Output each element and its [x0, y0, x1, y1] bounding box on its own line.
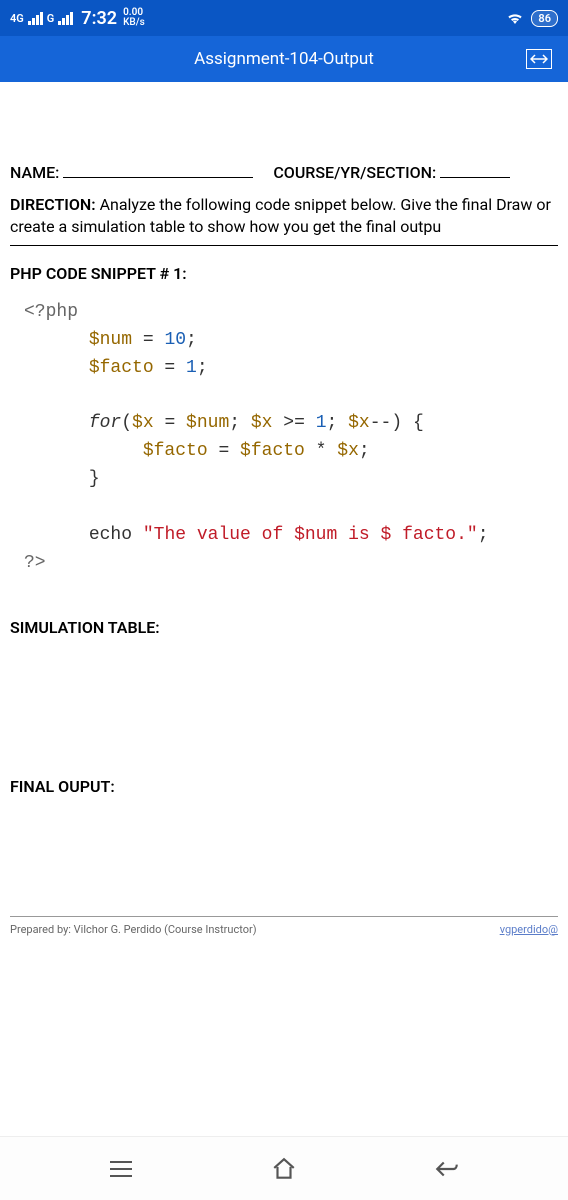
footer-email-link: vgperdido@: [500, 923, 558, 936]
name-underline: [63, 162, 253, 178]
footer-prepared-by: Prepared by: Vilchor G. Perdido (Course …: [10, 923, 257, 936]
code-block: <?php $num = 10; $facto = 1; for($x = $n…: [10, 299, 558, 578]
php-open-tag: <?php: [24, 302, 78, 322]
header-fields: NAME: COURSE/YR/SECTION:: [10, 162, 558, 182]
status-right: 86: [507, 10, 558, 27]
document-footer: Prepared by: Vilchor G. Perdido (Course …: [10, 916, 558, 936]
simulation-table-title: SIMULATION TABLE:: [10, 618, 558, 637]
app-title: Assignment-104-Output: [194, 49, 374, 69]
signal-bars-2-icon: [58, 12, 73, 25]
direction-block: DIRECTION: Analyze the following code sn…: [10, 194, 558, 246]
direction-label: DIRECTION:: [10, 195, 96, 214]
course-field: COURSE/YR/SECTION:: [273, 162, 510, 182]
battery-level: 86: [531, 10, 558, 27]
fit-width-button[interactable]: [526, 49, 552, 69]
wifi-icon: [507, 11, 523, 25]
back-button[interactable]: [431, 1153, 463, 1185]
status-left: 4G G 7:32 0.00 KB/s: [10, 8, 145, 29]
final-output-title: FINAL OUPUT:: [10, 777, 558, 796]
network-2-label: G: [47, 12, 55, 25]
course-label: COURSE/YR/SECTION:: [273, 163, 436, 182]
app-bar: Assignment-104-Output: [0, 36, 568, 82]
recent-apps-button[interactable]: [105, 1153, 137, 1185]
php-close-tag: ?>: [24, 553, 46, 573]
name-label: NAME:: [10, 163, 59, 182]
code-snippet-title: PHP CODE SNIPPET # 1:: [10, 264, 558, 283]
network-1-label: 4G: [10, 12, 24, 25]
course-underline: [440, 162, 510, 178]
home-icon: [271, 1156, 297, 1182]
document-viewport[interactable]: NAME: COURSE/YR/SECTION: DIRECTION: Anal…: [0, 82, 568, 1132]
name-field: NAME:: [10, 162, 253, 182]
status-bar: 4G G 7:32 0.00 KB/s 86: [0, 0, 568, 36]
home-button[interactable]: [268, 1153, 300, 1185]
signal-bars-1-icon: [28, 12, 43, 25]
speed-unit: KB/s: [123, 18, 145, 28]
navigation-bar: [0, 1136, 568, 1200]
back-icon: [434, 1156, 460, 1182]
clock-time: 7:32: [81, 8, 117, 29]
hamburger-icon: [110, 1161, 132, 1177]
network-speed: 0.00 KB/s: [123, 8, 145, 28]
